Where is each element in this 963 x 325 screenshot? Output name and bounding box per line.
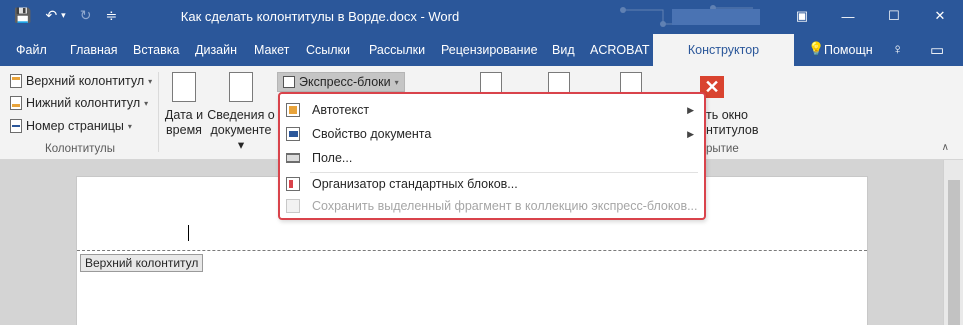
tab-home[interactable]: Главная — [70, 43, 118, 57]
submenu-arrow-icon: ▶ — [687, 104, 694, 115]
date-time-label-2: время — [166, 123, 202, 137]
vertical-scrollbar[interactable] — [943, 160, 963, 325]
chevron-down-icon: ▾ — [148, 76, 153, 86]
group-label-header-footer: Колонтитулы — [45, 143, 115, 155]
menu-item-save-selection: Сохранить выделенный фрагмент в коллекци… — [280, 194, 704, 218]
header-icon — [10, 74, 22, 88]
close-label-1: ть окно — [706, 108, 748, 122]
quick-parts-menu: Автотекст ▶ Свойство документа ▶ Поле...… — [278, 92, 706, 220]
header-button[interactable]: Верхний колонтитул ▾ — [10, 74, 152, 88]
chevron-down-icon: ▾ — [127, 121, 132, 131]
ribbon-tabs: Файл Главная Вставка Дизайн Макет Ссылки… — [0, 34, 963, 66]
chevron-down-icon: ▾ — [394, 77, 399, 87]
close-window-icon[interactable]: ✕ — [917, 0, 963, 32]
tab-layout[interactable]: Макет — [254, 43, 289, 57]
tab-references[interactable]: Ссылки — [306, 43, 350, 57]
footer-button-label: Нижний колонтитул — [26, 96, 141, 110]
document-info-button[interactable]: Сведения о документе ▾ — [206, 72, 276, 153]
menu-item-autotext[interactable]: Автотекст ▶ — [280, 98, 704, 122]
menu-item-label: Автотекст — [312, 103, 370, 117]
account-name[interactable] — [672, 9, 760, 25]
group-label-close: рытие — [706, 143, 739, 155]
group-separator — [158, 72, 159, 152]
close-header-footer-button[interactable]: ть окно нтитулов — [706, 108, 759, 138]
page-number-button[interactable]: Номер страницы ▾ — [10, 119, 132, 133]
comments-icon[interactable]: ▭ — [930, 41, 944, 59]
document-info-label-1: Сведения о — [207, 108, 275, 122]
header-boundary-line — [77, 250, 867, 251]
field-icon — [286, 153, 300, 163]
quick-parts-button[interactable]: Экспресс-блоки ▾ — [277, 72, 405, 92]
ribbon-display-options-icon[interactable]: ▣ — [779, 0, 825, 32]
date-time-button[interactable]: Дата и время — [164, 72, 204, 138]
autotext-icon — [286, 103, 300, 117]
minimize-icon[interactable]: — — [825, 0, 871, 32]
menu-item-label: Свойство документа — [312, 127, 432, 141]
title-bar: 💾 ↶ ▾ ↻ ≑ Как сделать колонтитулы в Ворд… — [0, 0, 963, 34]
header-label-tag: Верхний колонтитул — [80, 254, 204, 272]
page-number-icon — [10, 119, 22, 133]
collapse-ribbon-icon[interactable]: ∧ — [942, 142, 949, 153]
menu-item-label: Поле... — [312, 151, 353, 165]
document-info-icon — [229, 72, 253, 102]
tab-file[interactable]: Файл — [16, 43, 47, 57]
maximize-icon[interactable]: ☐ — [871, 0, 917, 32]
footer-icon — [10, 96, 22, 110]
footer-button[interactable]: Нижний колонтитул ▾ — [10, 96, 148, 110]
lightbulb-icon: 💡 — [808, 41, 825, 56]
share-icon[interactable]: ♀ — [892, 41, 903, 58]
tab-design-header-footer[interactable]: Конструктор — [653, 34, 794, 66]
close-label-2: нтитулов — [706, 123, 759, 137]
document-property-icon — [286, 127, 300, 141]
header-button-label: Верхний колонтитул — [26, 74, 145, 88]
menu-item-building-blocks-organizer[interactable]: Организатор стандартных блоков... — [280, 172, 704, 196]
window-controls: ▣ — ☐ ✕ — [779, 0, 963, 32]
menu-item-label: Сохранить выделенный фрагмент в коллекци… — [312, 199, 698, 213]
calendar-clock-icon — [172, 72, 196, 102]
tell-me-search[interactable]: Помощн — [824, 43, 873, 57]
menu-item-field[interactable]: Поле... — [280, 146, 704, 170]
building-blocks-icon — [286, 177, 300, 191]
submenu-arrow-icon: ▶ — [687, 128, 694, 139]
tab-view[interactable]: Вид — [552, 43, 575, 57]
tab-design[interactable]: Дизайн — [195, 43, 237, 57]
menu-item-document-property[interactable]: Свойство документа ▶ — [280, 122, 704, 146]
scrollbar-thumb[interactable] — [948, 180, 960, 325]
text-cursor — [188, 225, 189, 241]
page-number-button-label: Номер страницы — [26, 119, 124, 133]
date-time-label-1: Дата и — [164, 108, 204, 122]
tab-mailings[interactable]: Рассылки — [369, 43, 425, 57]
quick-parts-icon — [283, 76, 295, 88]
tab-acrobat[interactable]: ACROBAT — [590, 43, 650, 57]
save-to-gallery-icon — [286, 199, 300, 213]
quick-parts-label: Экспресс-блоки — [299, 75, 391, 89]
tab-review[interactable]: Рецензирование — [441, 43, 538, 57]
tab-insert[interactable]: Вставка — [133, 43, 179, 57]
chevron-down-icon: ▾ — [144, 98, 149, 108]
document-info-label-2: документе ▾ — [210, 123, 272, 152]
menu-item-label: Организатор стандартных блоков... — [312, 177, 518, 191]
window-title: Как сделать колонтитулы в Ворде.docx - W… — [180, 9, 460, 24]
